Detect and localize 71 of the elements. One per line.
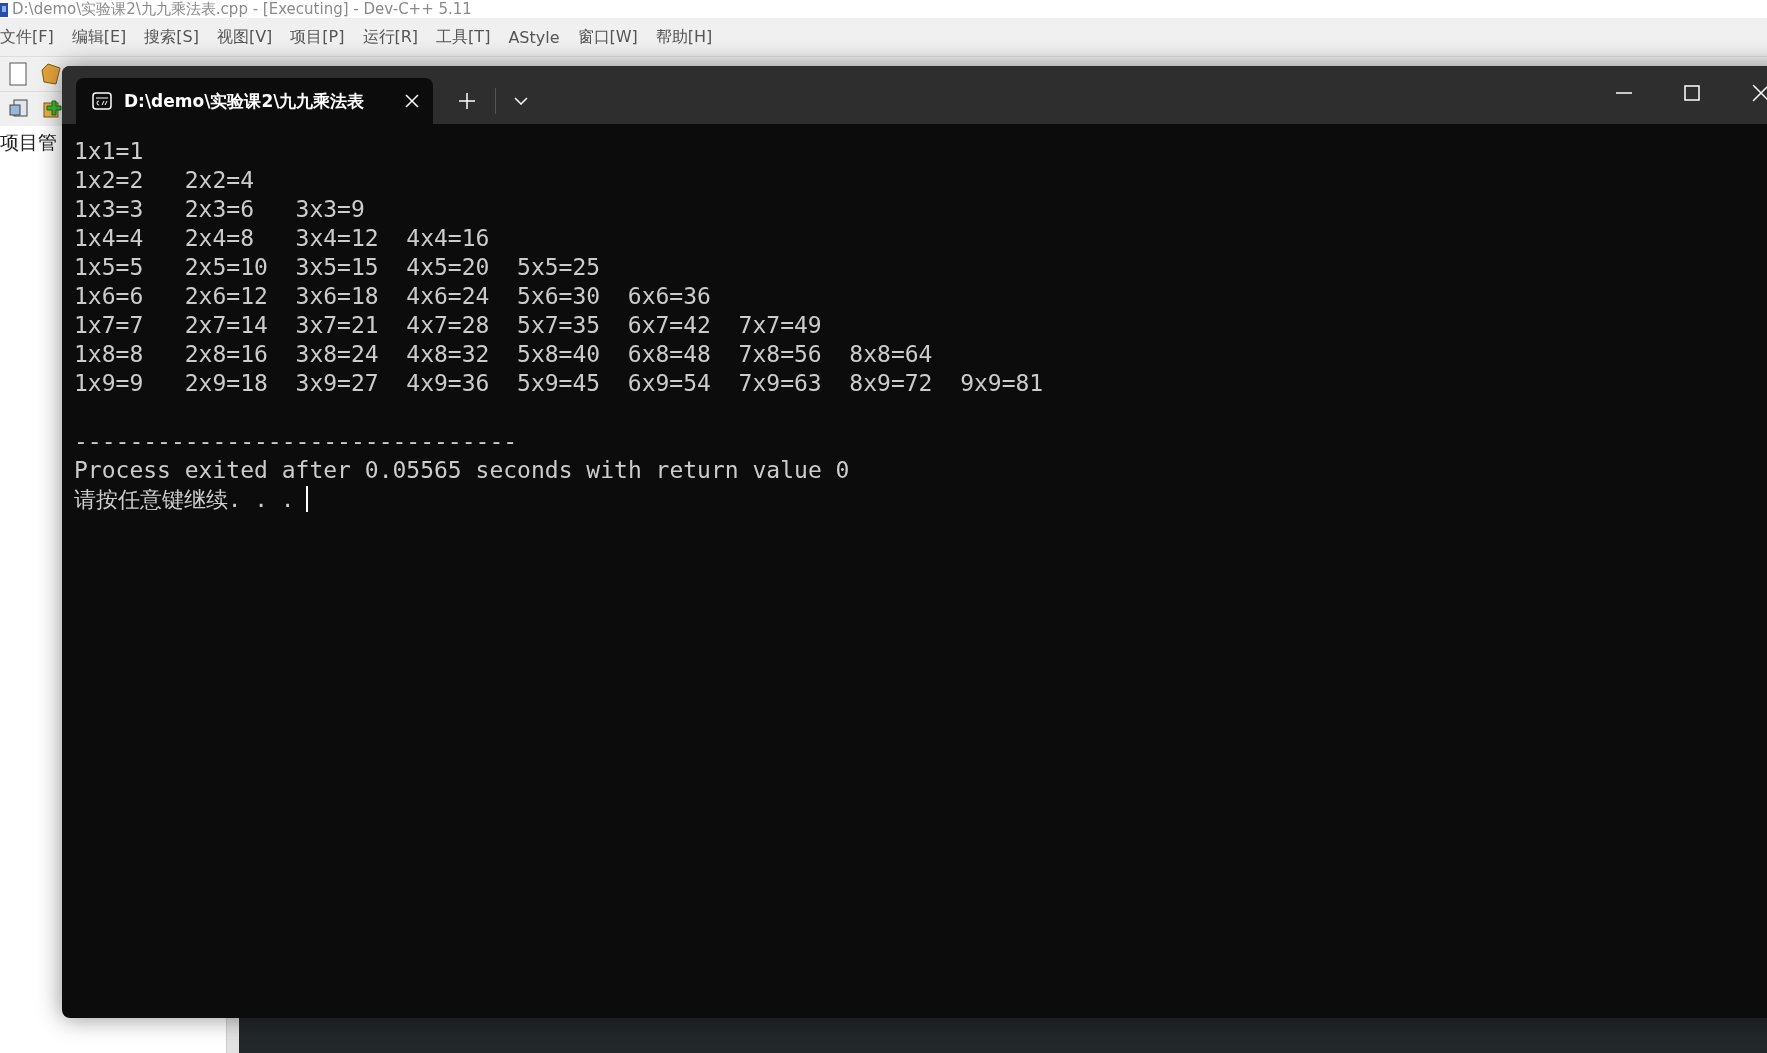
output-text: 1x8=8 [74, 340, 145, 369]
output-text: 4x8=32 [406, 340, 491, 369]
prompt-text: 请按任意键继续. . . [74, 486, 295, 514]
terminal-tab[interactable]: D:\demo\实验课2\九九乘法表 [76, 78, 433, 124]
exit-message: Process exited after 0.05565 seconds with return value 0 [74, 456, 850, 485]
menu-item[interactable]: AStyle [508, 27, 560, 47]
text-cursor [306, 486, 309, 512]
new-file-icon[interactable] [8, 62, 28, 86]
menu-item[interactable]: 搜索[S] [144, 26, 199, 48]
output-text: 3x9=27 [295, 369, 380, 398]
output-text: 3x6=18 [295, 282, 380, 311]
output-text: 5x9=45 [517, 369, 602, 398]
output-text: 3x8=24 [295, 340, 380, 369]
output-text: 2x4=8 [184, 224, 255, 253]
output-text: 3x5=15 [295, 253, 380, 282]
output-text: 2x3=6 [184, 195, 255, 224]
output-text: 2x9=18 [184, 369, 269, 398]
output-text: 4x6=24 [406, 282, 491, 311]
output-text: 1x2=2 [74, 166, 145, 195]
menu-item[interactable]: 项目[P] [290, 26, 345, 48]
output-text: 1x3=3 [74, 195, 145, 224]
menu-item[interactable]: 文件[F] [0, 26, 54, 48]
maximize-icon[interactable] [1684, 85, 1700, 101]
menu-item[interactable]: 帮助[H] [655, 26, 713, 48]
output-text: 1x7=7 [74, 311, 145, 340]
menu-item[interactable]: 窗口[W] [577, 26, 638, 48]
window-title: D:\demo\实验课2\九九乘法表.cpp - [Executing] - Dev-C++ 5.11 [12, 1, 472, 18]
output-text: 3x3=9 [295, 195, 366, 224]
output-text: 1x5=5 [74, 253, 145, 282]
output-text: 1x6=6 [74, 282, 145, 311]
output-text: 4x9=36 [406, 369, 491, 398]
close-icon[interactable] [1752, 84, 1767, 102]
menu-item[interactable]: 工具[T] [436, 26, 491, 48]
menu-item[interactable]: 视图[V] [216, 26, 273, 48]
menu-item[interactable]: 编辑[E] [71, 26, 127, 48]
output-text: 6x9=54 [627, 369, 712, 398]
output-text: 4x4=16 [406, 224, 491, 253]
output-text: 7x8=56 [738, 340, 823, 369]
panel-title[interactable]: 项目管 [0, 131, 57, 153]
output-text: 5x7=35 [517, 311, 602, 340]
output-text: 3x7=21 [295, 311, 380, 340]
output-text: 6x6=36 [627, 282, 712, 311]
menu-item[interactable]: 运行[R] [362, 26, 419, 48]
output-text: 6x7=42 [627, 311, 712, 340]
output-text: 9x9=81 [960, 369, 1045, 398]
output-text: 1x1=1 [74, 137, 145, 166]
output-text: 7x7=49 [738, 311, 823, 340]
output-text: 2x7=14 [184, 311, 269, 340]
output-text: 2x8=16 [184, 340, 269, 369]
output-text: 6x8=48 [627, 340, 712, 369]
output-text: 4x5=20 [406, 253, 491, 282]
output-text: 1x9=9 [74, 369, 145, 398]
output-text: 5x6=30 [517, 282, 602, 311]
output-text: 5x8=40 [517, 340, 602, 369]
output-text: 4x7=28 [406, 311, 491, 340]
output-text: 8x8=64 [849, 340, 934, 369]
output-text: 8x9=72 [849, 369, 934, 398]
dropdown-icon[interactable] [514, 97, 528, 105]
new-tab-icon[interactable] [459, 93, 475, 109]
output-text: 5x5=25 [517, 253, 602, 282]
app-icon [0, 3, 8, 17]
output-text: 1x4=4 [74, 224, 145, 253]
add-icon[interactable] [42, 97, 64, 121]
output-text: 2x6=12 [184, 282, 269, 311]
output-text: 7x9=63 [738, 369, 823, 398]
separator-text: -------------------------------- [74, 427, 518, 456]
output-text: 2x5=10 [184, 253, 269, 282]
close-icon[interactable] [405, 94, 419, 108]
output-text: 3x4=12 [295, 224, 380, 253]
console-icon [92, 92, 112, 110]
output-text: 2x2=4 [184, 166, 255, 195]
